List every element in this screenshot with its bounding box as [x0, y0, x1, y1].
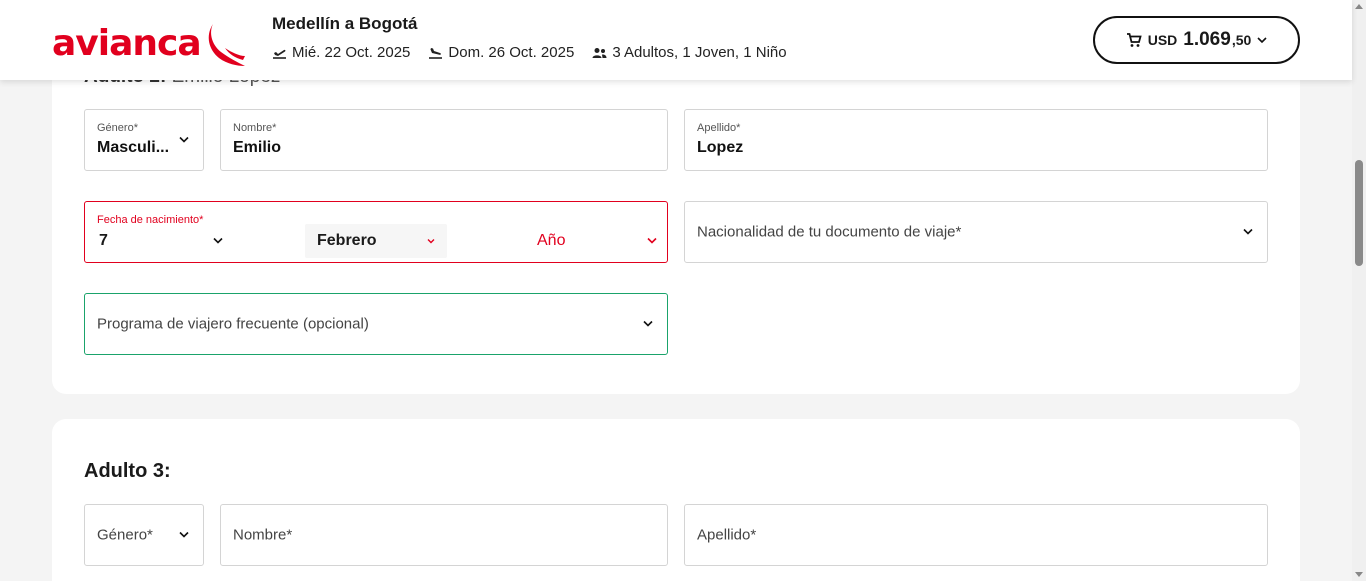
first-name-label: Nombre*	[233, 122, 277, 134]
brand-name: avianca	[52, 23, 202, 64]
departure-text: Mié. 22 Oct. 2025	[292, 44, 411, 61]
chevron-down-icon	[643, 320, 653, 327]
chevron-down-icon	[179, 136, 189, 143]
gender-label: Género*	[97, 122, 138, 134]
gender-value: Masculi...	[97, 139, 170, 156]
passengers-text: 3 Adultos, 1 Joven, 1 Niño	[612, 44, 787, 61]
last-name-value: Lopez	[697, 139, 744, 156]
scrollbar-thumb[interactable]	[1355, 160, 1363, 266]
last-name-input-adult-3[interactable]: Apellido*	[684, 504, 1268, 566]
page-scrollbar[interactable]	[1352, 0, 1366, 581]
chevron-down-icon	[213, 237, 223, 244]
birth-date-field: Fecha de nacimiento* 7 Febrero Año	[84, 201, 668, 263]
cart-total-button[interactable]: USD 1.069 ,50	[1093, 16, 1300, 64]
last-name-label: Apellido*	[697, 122, 741, 134]
cart-cents: ,50	[1231, 32, 1252, 48]
last-name-placeholder: Apellido*	[697, 526, 757, 544]
avianca-bird-icon	[208, 24, 245, 66]
nationality-select[interactable]: Nacionalidad de tu documento de viaje*	[684, 201, 1268, 263]
chevron-down-icon	[1243, 228, 1253, 235]
nationality-placeholder: Nacionalidad de tu documento de viaje*	[697, 223, 962, 241]
birth-month-value: Febrero	[317, 232, 377, 249]
gender-select[interactable]: Género* Masculi...	[84, 109, 204, 171]
frequent-flyer-select[interactable]: Programa de viajero frecuente (opcional)	[84, 293, 668, 355]
trip-summary: Mié. 22 Oct. 2025 Dom. 26 Oct. 2025 3 Ad…	[272, 44, 787, 61]
cart-icon	[1126, 33, 1142, 47]
passenger-count: 3 Adultos, 1 Joven, 1 Niño	[592, 44, 787, 61]
return-text: Dom. 26 Oct. 2025	[448, 44, 575, 61]
birth-year-placeholder: Año	[537, 232, 566, 249]
chevron-down-icon	[1257, 36, 1267, 43]
chevron-down-icon	[427, 239, 435, 244]
avianca-logo[interactable]: avianca	[52, 22, 247, 70]
first-name-input[interactable]: Nombre* Emilio	[220, 109, 668, 171]
gender-select-adult-3[interactable]: Género*	[84, 504, 204, 566]
passengers-icon	[592, 47, 607, 58]
first-name-input-adult-3[interactable]: Nombre*	[220, 504, 668, 566]
top-header: avianca Medellín a Bogotá Mié. 22 Oct. 2…	[0, 0, 1352, 80]
scroll-down-arrow-icon[interactable]	[1355, 572, 1363, 577]
birth-day-select[interactable]: 7	[87, 224, 227, 258]
last-name-input[interactable]: Apellido* Lopez	[684, 109, 1268, 171]
scroll-up-arrow-icon[interactable]	[1355, 4, 1363, 9]
chevron-down-icon	[647, 237, 657, 244]
passenger-title-adult-3: Adulto 3:	[84, 460, 171, 482]
birth-year-select[interactable]: Año	[525, 224, 661, 258]
route-title: Medellín a Bogotá	[272, 14, 418, 33]
plane-landing-icon	[429, 47, 443, 59]
plane-takeoff-icon	[273, 49, 286, 59]
cart-currency: USD	[1147, 32, 1178, 48]
first-name-value: Emilio	[233, 139, 282, 156]
frequent-flyer-placeholder: Programa de viajero frecuente (opcional)	[97, 315, 369, 333]
birth-month-select[interactable]: Febrero	[305, 224, 447, 258]
gender-placeholder: Género*	[97, 526, 153, 544]
cart-amount: 1.069	[1183, 29, 1231, 50]
return-date: Dom. 26 Oct. 2025	[428, 44, 574, 61]
first-name-placeholder: Nombre*	[233, 526, 293, 544]
birth-day-value: 7	[99, 232, 108, 249]
chevron-down-icon	[179, 531, 189, 538]
departure-date: Mié. 22 Oct. 2025	[272, 44, 410, 61]
